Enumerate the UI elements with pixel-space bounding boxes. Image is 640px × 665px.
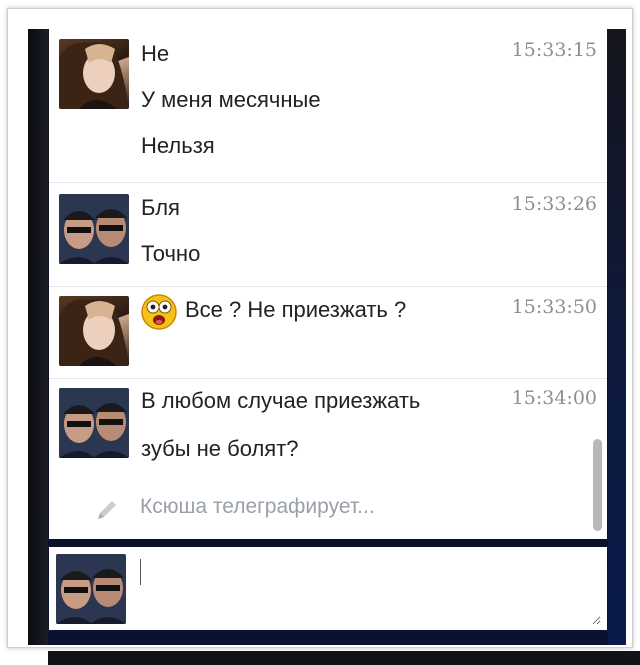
right-edge: [608, 29, 626, 645]
message-text: Точно: [141, 241, 201, 266]
avatar[interactable]: [56, 554, 126, 624]
avatar[interactable]: [59, 39, 129, 109]
message-group: Не У меня месячные Нельзя 15:33:15: [49, 29, 607, 183]
chat-scrollbar[interactable]: [593, 439, 602, 531]
avatar[interactable]: [59, 388, 129, 458]
message-text: Не: [141, 41, 170, 66]
message-time: 15:34:00: [511, 387, 597, 409]
screenshot-frame: Не У меня месячные Нельзя 15:33:15 Бля Т…: [7, 8, 640, 665]
message-time: 15:33:15: [511, 39, 597, 61]
text-caret: [140, 559, 141, 585]
message-text: Нельзя: [141, 133, 215, 158]
message-group: Все ? Не приезжать ? 15:33:50: [49, 286, 607, 379]
typing-text: Ксюша телеграфирует...: [140, 495, 375, 518]
message-time: 15:33:50: [511, 296, 597, 318]
message-input[interactable]: [137, 555, 601, 625]
message-text: Все ? Не приезжать ?: [185, 297, 407, 322]
message-text: У меня месячные: [141, 87, 321, 112]
shocked-smiley-icon: [141, 294, 177, 330]
message-group: Бля Точно 15:33:26: [49, 182, 607, 287]
avatar[interactable]: [59, 194, 129, 264]
message-group: В любом случае приезжать зубы не болят? …: [49, 378, 607, 478]
avatar[interactable]: [59, 296, 129, 366]
pencil-icon: [98, 501, 116, 519]
message-text: В любом случае приезжать: [141, 388, 421, 413]
left-edge: [28, 29, 48, 645]
message-text: Бля: [141, 195, 180, 220]
message-text: зубы не болят?: [141, 436, 299, 461]
chat-history[interactable]: Не У меня месячные Нельзя 15:33:15 Бля Т…: [49, 29, 607, 539]
bottom-edge: [48, 651, 640, 665]
message-time: 15:33:26: [511, 193, 597, 215]
message-composer: [49, 547, 607, 630]
